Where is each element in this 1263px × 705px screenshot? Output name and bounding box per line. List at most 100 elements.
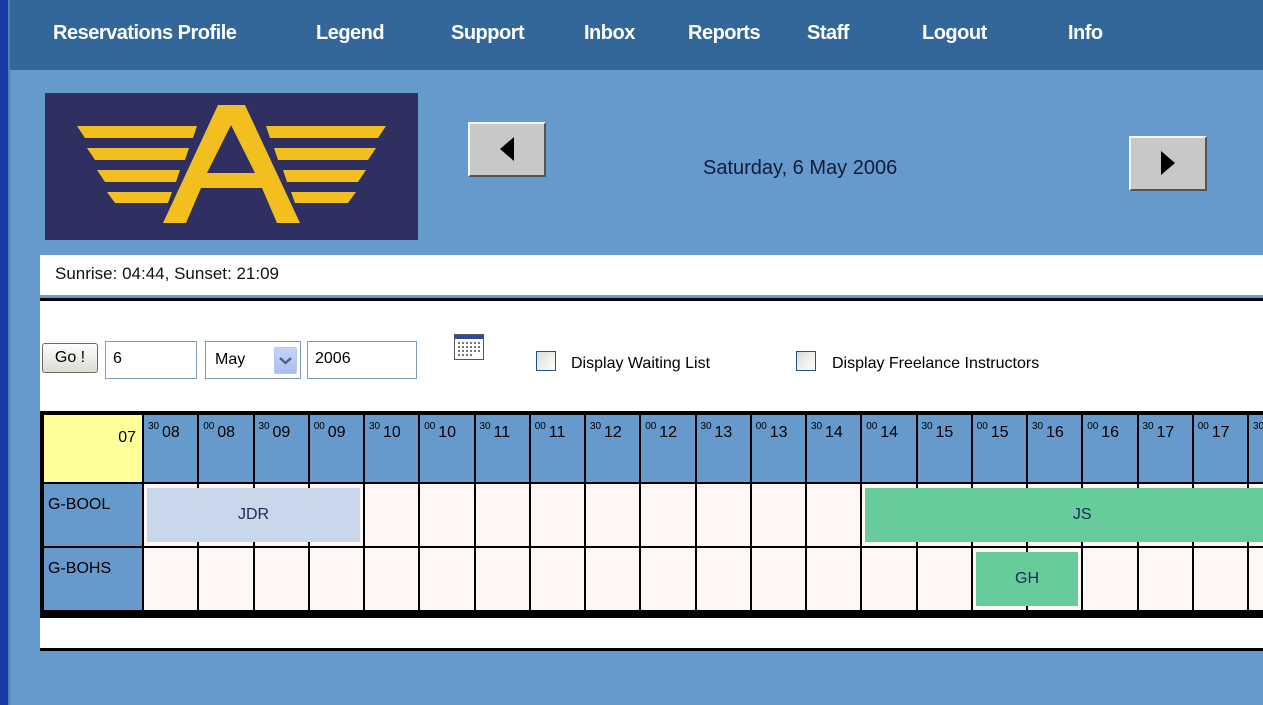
month-select[interactable]: May (205, 341, 301, 379)
booking-slot[interactable] (750, 483, 806, 547)
booking-slot[interactable] (750, 547, 806, 611)
nav-logout[interactable]: Logout (922, 22, 987, 45)
top-nav-bar: Reservations Profile Legend Support Inbo… (10, 0, 1263, 70)
freelance-instructors-checkbox[interactable] (796, 351, 816, 371)
go-button[interactable]: Go ! (42, 343, 98, 373)
arrow-right-icon (1161, 151, 1175, 175)
booking-slot[interactable] (1192, 547, 1248, 611)
booking-slot[interactable] (529, 547, 585, 611)
time-hour-label: 08 (162, 424, 180, 441)
time-header-cell: 30 12 (585, 414, 641, 483)
booking-slot[interactable] (1137, 547, 1193, 611)
booking-slot[interactable] (1248, 547, 1263, 611)
time-minute-label: 30 (258, 421, 270, 432)
time-header-cell: 00 08 (198, 414, 254, 483)
time-minute-label: 30 (479, 421, 491, 432)
time-hour-label: 11 (548, 424, 566, 441)
time-minute-label: 30 (1142, 421, 1154, 432)
booking-slot[interactable] (419, 547, 475, 611)
booking-slot[interactable] (916, 547, 972, 611)
booking-slot[interactable] (198, 547, 254, 611)
date-controls: Go ! 6 May 2006 Display Waiting List Dis… (40, 298, 1263, 411)
booking-slot[interactable] (253, 547, 309, 611)
time-minute-label: 00 (1197, 421, 1209, 432)
booking-slot[interactable] (806, 547, 862, 611)
time-hour-label: 08 (217, 424, 236, 441)
time-header-cell: 30 09 (253, 414, 309, 483)
booking-block[interactable]: GH (975, 552, 1079, 606)
day-field[interactable]: 6 (105, 341, 197, 379)
time-hour-label: 09 (272, 424, 291, 441)
booking-slot[interactable] (695, 547, 751, 611)
nav-staff[interactable]: Staff (807, 22, 849, 45)
club-logo (45, 93, 418, 240)
aircraft-registration: G-BOHS (48, 560, 112, 577)
booking-slot[interactable] (1082, 547, 1138, 611)
booking-slot[interactable] (419, 483, 475, 547)
time-hour-label: 14 (825, 424, 843, 441)
booking-slot[interactable] (640, 547, 696, 611)
month-select-value: May (215, 351, 246, 368)
chevron-down-icon[interactable] (274, 347, 297, 374)
year-field[interactable]: 2006 (307, 341, 417, 379)
waiting-list-checkbox[interactable] (536, 351, 556, 371)
booking-slot[interactable] (474, 547, 530, 611)
time-minute-label: 30 (811, 421, 823, 432)
time-header-cell: 00 16 (1082, 414, 1138, 483)
current-date-label: Saturday, 6 May 2006 (703, 157, 898, 179)
time-header-corner: 07 (43, 414, 143, 483)
booking-slot[interactable] (364, 547, 420, 611)
time-minute-label: 30 (369, 421, 381, 432)
nav-legend[interactable]: Legend (316, 22, 385, 45)
booking-block[interactable]: JDR (147, 488, 360, 542)
booking-block[interactable]: JS (865, 488, 1263, 542)
time-header-cell: 30 (1248, 414, 1263, 483)
time-header-cell: 00 09 (308, 414, 364, 483)
nav-support[interactable]: Support (451, 22, 525, 45)
aircraft-row-label[interactable]: G-BOHS (43, 547, 143, 611)
booking-slot[interactable] (585, 547, 641, 611)
time-minute-label: 30 (700, 421, 712, 432)
time-minute-label: 00 (203, 421, 215, 432)
time-minute-label: 00 (1087, 421, 1099, 432)
aircraft-row-label[interactable]: G-BOOL (43, 483, 143, 547)
time-minute-label: 00 (866, 421, 878, 432)
schedule-grid: 07 30 08 00 08 30 09 00 09 30 10 00 10 30 11 00 11 30 12 00… (40, 411, 1263, 618)
booking-slot[interactable] (529, 483, 585, 547)
schedule-footer-bar (40, 618, 1263, 651)
booking-slot[interactable] (308, 547, 364, 611)
aircraft-registration: G-BOOL (48, 496, 111, 513)
booking-slot[interactable] (695, 483, 751, 547)
time-hour-label: 11 (493, 424, 511, 441)
calendar-icon[interactable] (454, 334, 484, 360)
booking-slot[interactable] (585, 483, 641, 547)
booking-slot[interactable] (640, 483, 696, 547)
window-left-border (0, 0, 10, 705)
booking-slot[interactable] (861, 547, 917, 611)
freelance-instructors-label: Display Freelance Instructors (832, 355, 1040, 372)
time-header-cell: 30 11 (474, 414, 530, 483)
arrow-left-icon (500, 137, 514, 161)
time-header-cell: 00 11 (529, 414, 585, 483)
nav-reservations-profile[interactable]: Reservations Profile (53, 22, 237, 45)
booking-slot[interactable] (806, 483, 862, 547)
nav-reports[interactable]: Reports (688, 22, 761, 45)
previous-day-button[interactable] (468, 122, 546, 177)
time-minute-label: 00 (645, 421, 657, 432)
booking-slot[interactable] (364, 483, 420, 547)
waiting-list-label: Display Waiting List (571, 355, 711, 372)
next-day-button[interactable] (1129, 136, 1207, 191)
sunrise-sunset-text: Sunrise: 04:44, Sunset: 21:09 (55, 264, 279, 283)
time-minute-label: 30 (590, 421, 602, 432)
time-minute-label: 00 (976, 421, 988, 432)
nav-info[interactable]: Info (1068, 22, 1103, 45)
nav-inbox[interactable]: Inbox (584, 22, 635, 45)
time-header-cell: 00 14 (861, 414, 917, 483)
time-hour-label: 16 (1046, 424, 1064, 441)
time-hour-label: 10 (383, 424, 401, 441)
time-header-cell: 30 13 (695, 414, 751, 483)
time-hour-label: 15 (990, 424, 1009, 441)
booking-slot[interactable] (474, 483, 530, 547)
time-header-cell: 30 17 (1137, 414, 1193, 483)
booking-slot[interactable] (143, 547, 199, 611)
